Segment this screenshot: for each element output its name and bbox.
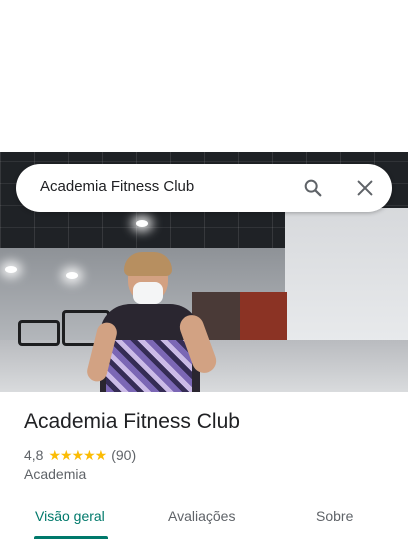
tab-bar: Visão geral Avaliações Sobre xyxy=(0,496,408,544)
tab-avaliacoes[interactable]: Avaliações xyxy=(168,508,235,524)
photo-machine xyxy=(18,320,60,346)
photo-person-hair xyxy=(124,252,172,276)
search-input[interactable]: Academia Fitness Club xyxy=(40,178,194,195)
top-blank-area xyxy=(0,0,408,152)
place-info-panel: Academia Fitness Club 4,8 ★★★★★ (90) Aca… xyxy=(0,392,408,544)
review-count[interactable]: (90) xyxy=(111,447,136,463)
place-category: Academia xyxy=(24,466,87,482)
active-tab-indicator xyxy=(34,536,108,539)
place-title: Academia Fitness Club xyxy=(24,410,240,433)
rating-stars-icon: ★★★★★ xyxy=(48,446,107,463)
search-icon[interactable] xyxy=(302,177,324,199)
rating-value: 4,8 xyxy=(24,447,44,463)
photo-light xyxy=(66,272,78,279)
tab-visao-geral[interactable]: Visão geral xyxy=(35,508,105,524)
search-bar[interactable]: Academia Fitness Club xyxy=(16,164,392,212)
tab-sobre[interactable]: Sobre xyxy=(316,508,353,524)
photo-person-mask xyxy=(133,282,163,304)
close-icon[interactable] xyxy=(354,177,376,199)
photo-person-dress xyxy=(106,340,192,392)
photo-light xyxy=(136,220,148,227)
rating-row[interactable]: 4,8 ★★★★★ (90) xyxy=(24,445,136,465)
photo-light xyxy=(5,266,17,273)
